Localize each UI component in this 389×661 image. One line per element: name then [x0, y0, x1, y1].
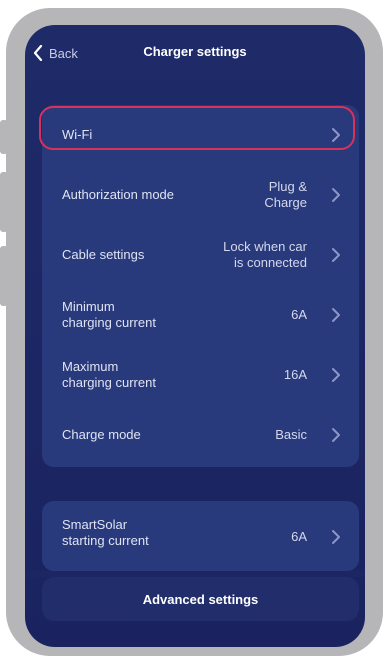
chevron-right-icon: [332, 530, 340, 544]
chevron-right-icon: [332, 308, 340, 322]
chevron-right-icon: [332, 248, 340, 262]
row-label: Minimum charging current: [62, 299, 156, 330]
settings-row-maximum-charging-current[interactable]: Maximum charging current 16A: [42, 345, 359, 405]
volume-button: [0, 172, 8, 232]
row-label: Maximum charging current: [62, 359, 156, 390]
settings-row-cable-settings[interactable]: Cable settings Lock when car is connecte…: [42, 225, 359, 285]
chevron-right-icon: [332, 428, 340, 442]
chevron-right-icon: [332, 188, 340, 202]
app-screen: Back Charger settings Wi-Fi Authorizatio…: [25, 25, 365, 647]
row-label: SmartSolar starting current: [62, 517, 149, 548]
settings-row-charge-mode[interactable]: Charge mode Basic: [42, 405, 359, 465]
row-value: 6A: [291, 307, 307, 322]
row-value: Basic: [275, 427, 307, 442]
wifi-highlight-outline: [39, 106, 355, 150]
settings-row-authorization-mode[interactable]: Authorization mode Plug & Charge: [42, 165, 359, 225]
smartsolar-card: SmartSolar starting current 6A: [42, 501, 359, 571]
row-value: 16A: [283, 367, 307, 382]
power-button: [0, 246, 8, 306]
row-label: Authorization mode: [62, 187, 175, 202]
row-value: 6A: [291, 529, 307, 544]
volume-button: [0, 120, 8, 154]
page-title: Charger settings: [143, 44, 247, 59]
header: Back Charger settings: [25, 25, 365, 81]
settings-card: Wi-Fi Authorization mode Plug & Charge C…: [42, 105, 359, 467]
chevron-right-icon: [332, 368, 340, 382]
advanced-settings-button[interactable]: Advanced settings: [42, 577, 359, 621]
row-value: Plug & Charge: [264, 179, 307, 210]
row-label: Charge mode: [62, 427, 141, 442]
settings-row-smartsolar-starting-current[interactable]: SmartSolar starting current 6A: [42, 509, 359, 565]
row-value: Lock when car is connected: [223, 239, 307, 270]
settings-row-minimum-charging-current[interactable]: Minimum charging current 6A: [42, 285, 359, 345]
row-label: Cable settings: [62, 247, 145, 262]
